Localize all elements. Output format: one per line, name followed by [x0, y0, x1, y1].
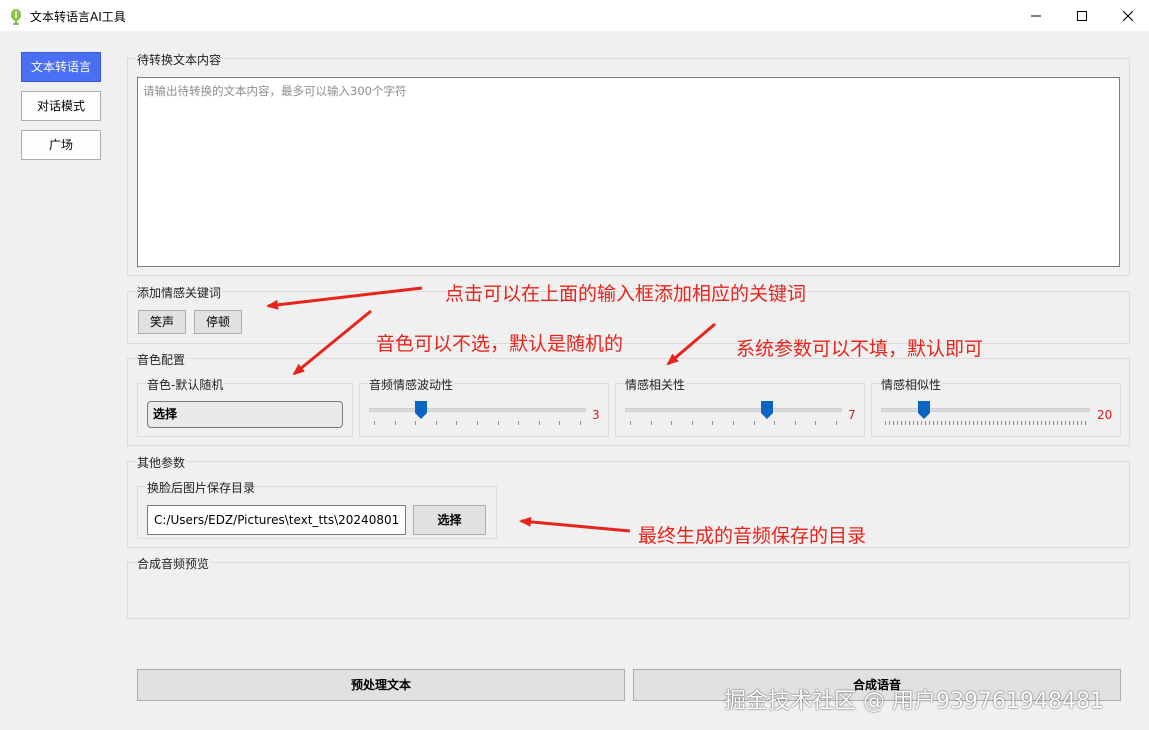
annotation-keywords: 点击可以在上面的输入框添加相应的关键词 — [445, 283, 807, 305]
annotation-voice: 音色可以不选，默认是随机的 — [376, 333, 624, 355]
arrow-dir — [519, 516, 631, 533]
watermark: 掘金技术社区 @ 用户939761948481 — [724, 689, 1104, 714]
arrow-voice — [292, 309, 372, 376]
annotation-dir: 最终生成的音频保存的目录 — [638, 525, 867, 547]
annotation-params: 系统参数可以不填，默认即可 — [736, 338, 984, 360]
annotation-arrows — [266, 286, 716, 533]
arrow-params — [666, 322, 716, 366]
arrow-keywords — [266, 286, 423, 310]
